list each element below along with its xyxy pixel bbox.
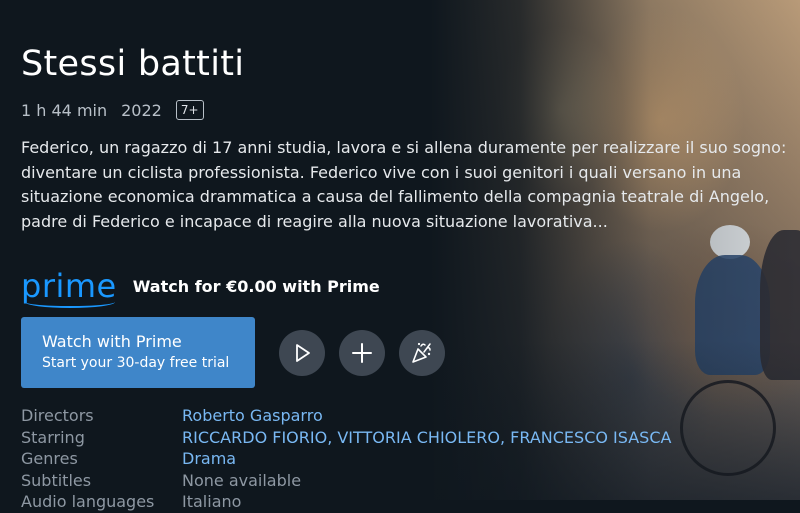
plus-icon [352,343,372,363]
details-row-starring: Starring RICCARDO FIORIO, VITTORIA CHIOL… [21,427,671,449]
trailer-button[interactable] [279,330,325,376]
duration: 1 h 44 min [21,100,108,120]
details-label: Subtitles [21,470,92,490]
watch-party-button[interactable] [399,330,445,376]
audio-languages-value: Italiano [182,492,242,511]
details-list: Directors Roberto Gasparro Starring RICC… [21,405,671,513]
starring-links[interactable]: RICCARDO FIORIO, VITTORIA CHIOLERO, FRAN… [182,427,671,449]
details-row-directors: Directors Roberto Gasparro [21,405,671,427]
genre-link[interactable]: Drama [182,448,236,470]
synopsis: Federico, un ragazzo di 17 anni studia, … [21,138,787,231]
details-label: Starring [21,427,85,447]
page-title: Stessi battiti [21,44,245,84]
details-row-audio: Audio languages Italiano [21,491,671,513]
details-label: Directors [21,406,94,425]
prime-logo: prime [21,268,117,308]
details-label: Audio languages [21,492,155,511]
subtitles-value: None available [182,470,302,490]
watch-with-prime-button[interactable]: Watch with Prime Start your 30-day free … [21,317,255,388]
prime-offer-row: prime Watch for €0.00 with Prime [21,266,380,308]
watch-button-label: Watch with Prime [42,332,182,351]
details-row-subtitles: Subtitles None available [21,470,671,492]
prime-smile-icon [25,296,115,308]
release-year: 2022 [121,100,162,120]
play-icon [296,344,310,362]
director-link[interactable]: Roberto Gasparro [182,405,323,427]
details-label: Genres [21,449,78,468]
age-rating-badge: 7+ [175,100,204,120]
party-popper-icon [412,342,431,363]
details-row-genres: Genres Drama [21,448,671,470]
watchlist-button[interactable] [339,330,385,376]
meta-row: 1 h 44 min 2022 7+ [21,100,204,120]
prime-offer-text: Watch for €0.00 with Prime [132,276,380,296]
watch-button-sublabel: Start your 30-day free trial [42,355,230,371]
